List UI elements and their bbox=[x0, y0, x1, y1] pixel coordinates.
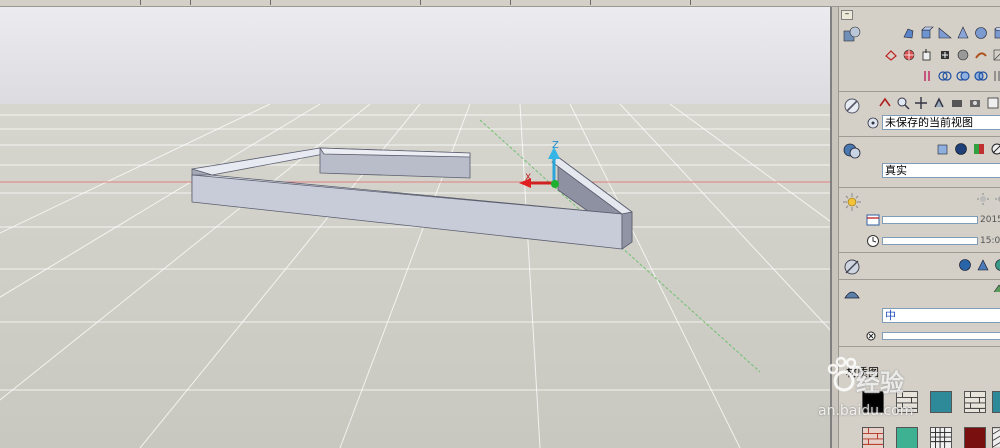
cone-icon[interactable] bbox=[956, 26, 970, 40]
toolbar-divider bbox=[690, 0, 691, 5]
toolbar-divider bbox=[510, 0, 511, 5]
current-view-dropdown[interactable]: 未保存的当前视图 bbox=[882, 115, 1000, 130]
conceptual-style-icon[interactable] bbox=[972, 142, 986, 156]
gizmo-z-label: Z bbox=[552, 140, 559, 151]
sky bbox=[0, 7, 830, 104]
material-dropdown[interactable]: 中 bbox=[882, 308, 1000, 323]
swatch-maroon[interactable] bbox=[964, 427, 986, 448]
date-slider[interactable] bbox=[882, 216, 978, 224]
sun-status-icon[interactable] bbox=[976, 192, 990, 206]
style-manager-icon[interactable] bbox=[990, 142, 1000, 156]
calendar-icon bbox=[866, 214, 880, 226]
torus-icon[interactable] bbox=[884, 48, 898, 62]
wall-front-end bbox=[621, 211, 633, 250]
polysolid-icon[interactable] bbox=[902, 26, 916, 40]
intersect-icon[interactable] bbox=[956, 69, 970, 83]
walk-icon[interactable] bbox=[932, 96, 946, 110]
navigation-section: 未保存的当前视图 bbox=[838, 92, 1000, 137]
sphere-icon[interactable] bbox=[974, 26, 988, 40]
render-section bbox=[838, 253, 1000, 280]
palette-collapse-button[interactable]: – bbox=[841, 10, 853, 20]
toolbar-divider bbox=[270, 0, 271, 5]
orbit-icon[interactable] bbox=[878, 96, 892, 110]
materials-section-icon bbox=[844, 291, 860, 299]
watermark-url: an.baidu.com bbox=[818, 403, 914, 419]
revolve-icon[interactable] bbox=[956, 48, 970, 62]
toolbar-strip bbox=[0, 0, 1000, 7]
render-icon[interactable] bbox=[958, 258, 972, 272]
material-attach-icon[interactable] bbox=[992, 282, 1000, 296]
materials-section: 中 bbox=[838, 280, 1000, 347]
visual-styles-section: 真实 bbox=[838, 137, 1000, 188]
camera-icon[interactable] bbox=[968, 96, 982, 110]
sun-properties-icon[interactable] bbox=[994, 192, 1000, 206]
toolbar-divider bbox=[420, 0, 421, 5]
swatch-brick-pattern-2[interactable] bbox=[964, 391, 986, 413]
swatch-teal-2[interactable] bbox=[992, 391, 1000, 413]
visual-style-dropdown[interactable]: 真实 bbox=[882, 163, 1000, 178]
fly-icon[interactable] bbox=[950, 96, 964, 110]
sweep-icon[interactable] bbox=[974, 48, 988, 62]
gizmo-origin bbox=[551, 180, 559, 188]
modeling-section bbox=[838, 21, 1000, 92]
presspull-icon[interactable] bbox=[938, 48, 952, 62]
navigation-section-icon bbox=[844, 98, 860, 114]
time-slider[interactable] bbox=[882, 237, 978, 245]
baidu-jingyan-watermark: 经验 an.baidu.com bbox=[818, 345, 953, 435]
toolbar-divider bbox=[190, 0, 191, 5]
pyramid-icon[interactable] bbox=[902, 48, 916, 62]
visual-styles-section-icon bbox=[843, 143, 861, 159]
gizmo-x-label: X bbox=[525, 173, 531, 183]
loft-icon[interactable] bbox=[992, 48, 1000, 62]
render-env-icon[interactable] bbox=[994, 258, 1000, 272]
sun-section-icon bbox=[843, 193, 861, 211]
toolbar-divider bbox=[590, 0, 591, 5]
render-region-icon[interactable] bbox=[976, 258, 990, 272]
material-scale-slider[interactable] bbox=[882, 332, 1000, 340]
time-value: 15:00 bbox=[980, 236, 1000, 246]
3d-viewport[interactable]: Z X bbox=[0, 7, 830, 448]
box-icon[interactable] bbox=[920, 26, 934, 40]
clock-icon bbox=[867, 235, 879, 247]
date-value: 2015- bbox=[980, 215, 1000, 225]
view-manager-icon[interactable] bbox=[866, 116, 880, 130]
modeling-section-icon bbox=[843, 26, 861, 42]
watermark-logo-text: 经验 bbox=[856, 369, 904, 397]
remove-material-icon[interactable] bbox=[864, 329, 878, 343]
swatch-hatch[interactable] bbox=[992, 427, 1000, 448]
extrude-icon[interactable] bbox=[920, 48, 934, 62]
wireframe-style-icon[interactable] bbox=[936, 142, 950, 156]
union-icon[interactable] bbox=[920, 69, 934, 83]
render-section-icon bbox=[844, 259, 860, 275]
named-views-icon[interactable] bbox=[986, 96, 1000, 110]
toolbar-divider bbox=[140, 0, 141, 5]
subtract-icon[interactable] bbox=[938, 69, 952, 83]
pan-icon[interactable] bbox=[914, 96, 928, 110]
realistic-style-icon[interactable] bbox=[954, 142, 968, 156]
viewport-canvas[interactable]: Z X bbox=[0, 7, 830, 448]
cylinder-icon[interactable] bbox=[992, 26, 1000, 40]
slice-icon[interactable] bbox=[992, 69, 1000, 83]
sun-section: 2015- 15:00 bbox=[838, 188, 1000, 253]
wedge-icon[interactable] bbox=[938, 26, 952, 40]
interfere-icon[interactable] bbox=[974, 69, 988, 83]
zoom-icon[interactable] bbox=[896, 96, 910, 110]
